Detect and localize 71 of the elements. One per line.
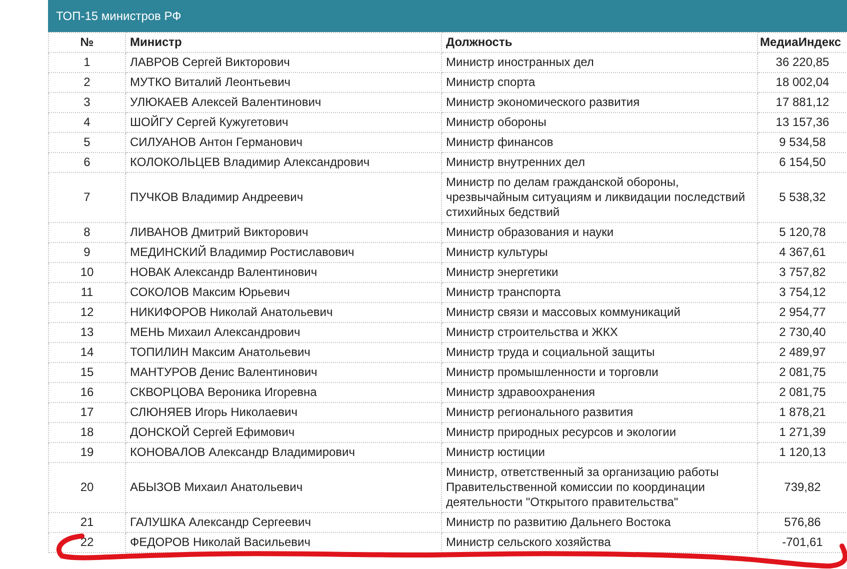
position-cell: Министр связи и массовых коммуникаций [442,302,758,322]
minister-cell: ГАЛУШКА Александр Сергеевич [126,512,442,532]
minister-cell: ЛИВАНОВ Дмитрий Викторович [126,222,442,242]
rank-cell: 2 [48,72,126,92]
minister-cell: НИКИФОРОВ Николай Анатольевич [126,302,442,322]
position-cell: Министр иностранных дел [442,52,758,72]
position-cell: Министр финансов [442,132,758,152]
position-cell: Министр спорта [442,72,758,92]
rank-cell: 4 [48,112,126,132]
rank-cell: 3 [48,92,126,112]
rank-cell: 16 [48,382,126,402]
position-cell: Министр обороны [442,112,758,132]
rank-cell: 1 [48,52,126,72]
minister-cell: УЛЮКАЕВ Алексей Валентинович [126,92,442,112]
minister-cell: СОКОЛОВ Максим Юрьевич [126,282,442,302]
rank-cell: 6 [48,152,126,172]
minister-cell: АБЫЗОВ Михаил Анатольевич [126,462,442,512]
position-cell: Министр строительства и ЖКХ [442,322,758,342]
table-title: ТОП-15 министров РФ [48,0,847,32]
rank-cell: 11 [48,282,126,302]
position-cell: Министр промышленности и торговли [442,362,758,382]
column-header: Министр [126,32,442,52]
position-cell: Министр энергетики [442,262,758,282]
minister-cell: ШОЙГУ Сергей Кужугетович [126,112,442,132]
rank-cell: 7 [48,172,126,222]
minister-cell: МЕДИНСКИЙ Владимир Ростиславович [126,242,442,262]
rank-cell: 5 [48,132,126,152]
rank-cell: 9 [48,242,126,262]
minister-cell: СЛЮНЯЕВ Игорь Николаевич [126,402,442,422]
rank-cell: 15 [48,362,126,382]
position-cell: Министр по развитию Дальнего Востока [442,512,758,532]
minister-cell: КОЛОКОЛЬЦЕВ Владимир Александрович [126,152,442,172]
position-cell: Министр культуры [442,242,758,262]
minister-cell: ФЕДОРОВ Николай Васильевич [126,532,442,552]
column-header: МедиаИндекс [758,32,847,52]
minister-cell: ДОНСКОЙ Сергей Ефимович [126,422,442,442]
minister-cell: НОВАК Александр Валентинович [126,262,442,282]
column-header: Должность [442,32,758,52]
position-cell: Министр сельского хозяйства [442,532,758,552]
rank-cell: 22 [48,532,126,552]
minister-cell: СКВОРЦОВА Вероника Игоревна [126,382,442,402]
position-cell: Министр юстиции [442,442,758,462]
position-cell: Министр регионального развития [442,402,758,422]
column-header: № [48,32,126,52]
rank-cell: 17 [48,402,126,422]
position-cell: Министр внутренних дел [442,152,758,172]
rank-cell: 8 [48,222,126,242]
minister-cell: ТОПИЛИН Максим Анатольевич [126,342,442,362]
minister-cell: ПУЧКОВ Владимир Андреевич [126,172,442,222]
rank-cell: 10 [48,262,126,282]
position-cell: Министр транспорта [442,282,758,302]
rank-cell: 14 [48,342,126,362]
rank-cell: 20 [48,462,126,512]
rank-cell: 13 [48,322,126,342]
position-cell: Министр труда и социальной защиты [442,342,758,362]
rank-cell: 21 [48,512,126,532]
minister-cell: СИЛУАНОВ Антон Германович [126,132,442,152]
position-cell: Министр здравоохранения [442,382,758,402]
rank-cell: 12 [48,302,126,322]
position-cell: Министр образования и науки [442,222,758,242]
rank-cell: 19 [48,442,126,462]
position-cell: Министр по делам гражданской обороны, чрезвычайным ситуациям и ликвидации последствий стихийных бедствий [442,172,758,222]
position-cell: Министр, ответственный за организацию работы Правительственной комиссии по координации деятельности "Открытого правительства" [442,462,758,512]
minister-cell: ЛАВРОВ Сергей Викторович [126,52,442,72]
minister-cell: МЕНЬ Михаил Александрович [126,322,442,342]
rank-cell: 18 [48,422,126,442]
position-cell: Министр природных ресурсов и экологии [442,422,758,442]
minister-cell: МАНТУРОВ Денис Валентинович [126,362,442,382]
minister-cell: КОНОВАЛОВ Александр Владимирович [126,442,442,462]
position-cell: Министр экономического развития [442,92,758,112]
minister-cell: МУТКО Виталий Леонтьевич [126,72,442,92]
